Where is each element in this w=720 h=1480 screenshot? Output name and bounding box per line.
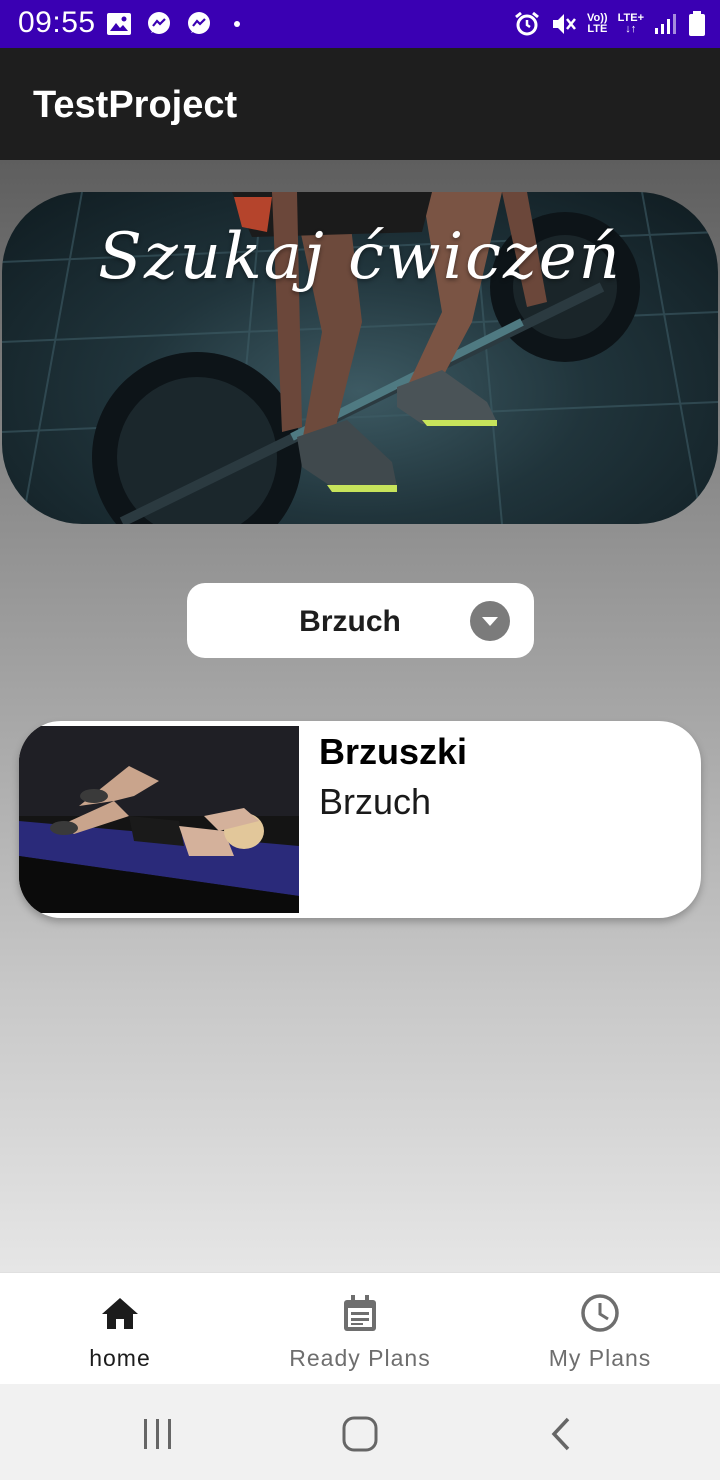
home-button-icon[interactable]: [340, 1414, 380, 1454]
alarm-icon: [515, 11, 539, 36]
chevron-down-icon[interactable]: [470, 601, 510, 641]
system-navigation-bar: [0, 1384, 720, 1480]
nav-label-my-plans: My Plans: [548, 1345, 652, 1371]
clock-icon: [581, 1294, 619, 1332]
messenger-icon: [148, 12, 170, 34]
status-bar: 09:55 Vo)) LTE LTE+ ↓↑: [0, 0, 720, 48]
calendar-icon: [344, 1295, 376, 1331]
main-content: Szukaj ćwiczeń Brzuch Brzuszki Brzuch: [0, 160, 720, 1272]
crunches-image: [19, 726, 299, 913]
hero-title: Szukaj ćwiczeń: [98, 220, 622, 294]
nav-item-my-plans[interactable]: My Plans: [480, 1273, 720, 1385]
lte-icon: LTE+ ↓↑: [617, 12, 644, 35]
app-title: TestProject: [33, 84, 238, 126]
exercise-card[interactable]: Brzuszki Brzuch: [19, 721, 701, 918]
app-bar: TestProject: [0, 48, 720, 160]
bottom-navigation: home Ready Plans My Plans: [0, 1272, 720, 1384]
system-status-icons: Vo)) LTE LTE+ ↓↑: [513, 8, 706, 40]
nav-item-home[interactable]: home: [0, 1273, 240, 1385]
back-icon[interactable]: [542, 1414, 582, 1454]
hero-banner: Szukaj ćwiczeń: [2, 192, 718, 524]
dot-icon: [234, 21, 240, 27]
nav-label-home: home: [89, 1345, 151, 1371]
notification-icons: [106, 10, 240, 38]
image-icon: [107, 13, 131, 35]
battery-icon: [689, 11, 705, 36]
dropdown-selected-value: Brzuch: [299, 605, 401, 638]
category-dropdown[interactable]: Brzuch: [187, 583, 534, 658]
signal-icon: [655, 14, 676, 34]
volte-icon: Vo)) LTE: [587, 12, 608, 35]
nav-item-ready-plans[interactable]: Ready Plans: [240, 1273, 480, 1385]
home-icon: [102, 1298, 138, 1329]
status-time: 09:55: [18, 6, 96, 39]
exercise-category: Brzuch: [319, 781, 432, 822]
messenger-icon: [188, 12, 210, 34]
exercise-name: Brzuszki: [319, 731, 468, 772]
mute-icon: [553, 14, 577, 34]
recent-apps-icon[interactable]: [138, 1414, 178, 1454]
nav-label-ready-plans: Ready Plans: [289, 1345, 431, 1371]
exercise-image: [19, 726, 299, 913]
